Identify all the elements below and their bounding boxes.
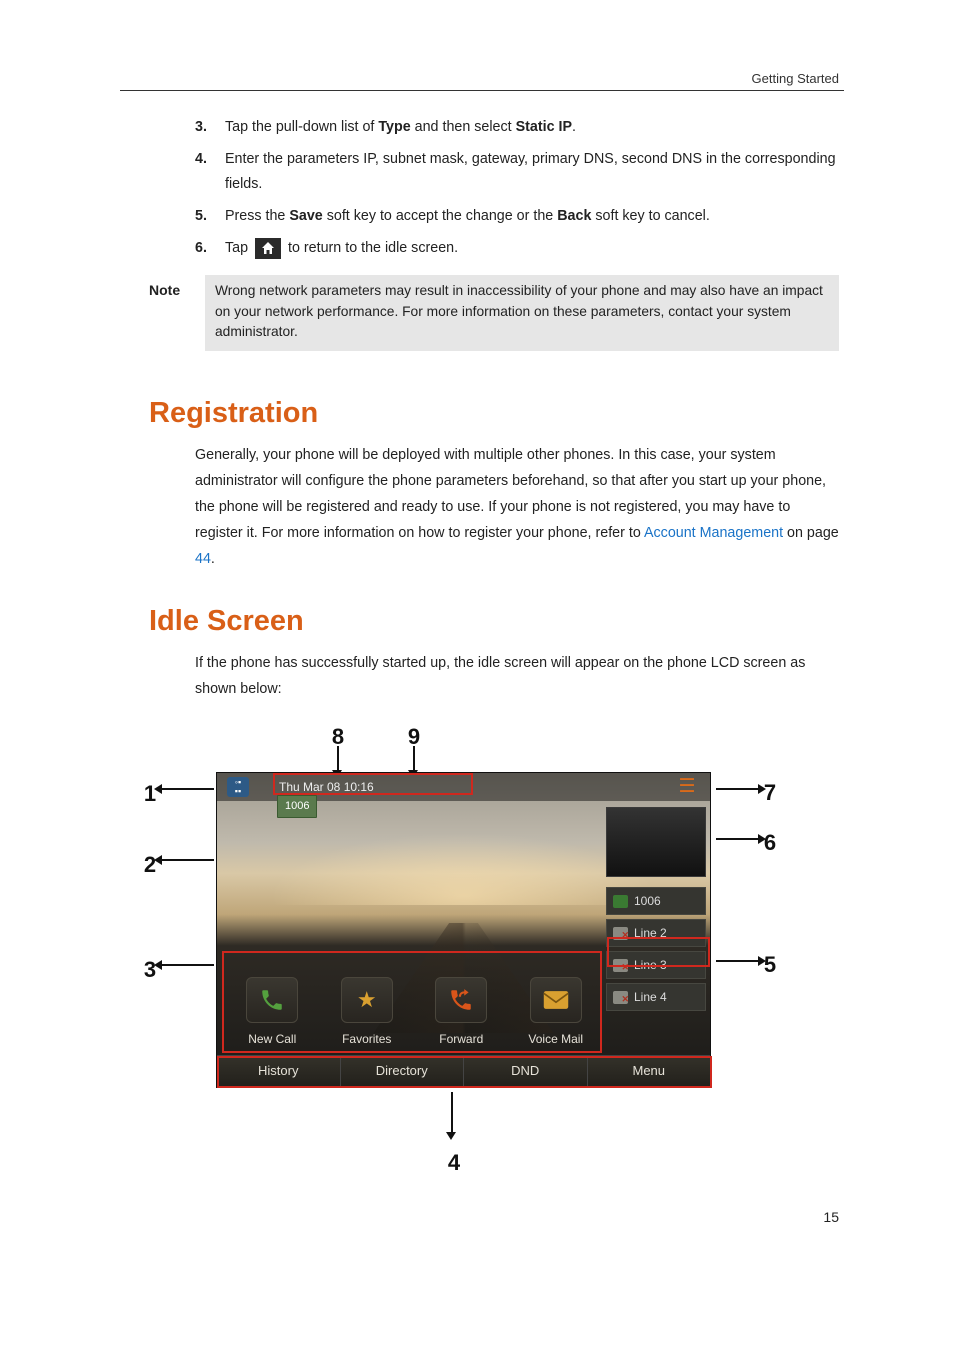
note-label: Note	[149, 275, 205, 351]
keyword-back: Back	[557, 208, 591, 224]
phone-illustration: 8 9 1 2 3 7 6 5 4 ◦▪▪▪ Thu Mar 08 10:16 …	[140, 718, 780, 1178]
step-3: 3. Tap the pull-down list of Type and th…	[195, 115, 839, 139]
line-unregistered-icon	[613, 959, 628, 972]
apps-icon: ◦▪▪▪	[235, 778, 241, 796]
arrow-line	[716, 838, 758, 840]
instruction-list: 3. Tap the pull-down list of Type and th…	[195, 115, 839, 268]
line-key-4[interactable]: Line 4	[606, 983, 706, 1011]
phone-icon	[246, 977, 298, 1023]
list-button[interactable]: ☰	[674, 776, 700, 798]
text: .	[211, 551, 215, 567]
arrow-head-down-icon	[446, 1132, 456, 1140]
line-label: Line 4	[634, 987, 667, 1007]
line-unregistered-icon	[613, 927, 628, 940]
step-6: 6. Tap to return to the idle screen.	[195, 236, 839, 260]
line-unregistered-icon	[613, 991, 628, 1004]
quick-label: Forward	[439, 1029, 483, 1049]
keyword-static-ip: Static IP	[516, 119, 572, 135]
step-text: Enter the parameters IP, subnet mask, ga…	[225, 147, 839, 196]
step-number: 6.	[195, 236, 221, 260]
arrow-line	[716, 960, 758, 962]
note-block: Note Wrong network parameters may result…	[149, 275, 839, 351]
softkey-bar: History Directory DND Menu	[217, 1055, 710, 1087]
keyword-save: Save	[289, 208, 322, 224]
arrow-line	[716, 788, 758, 790]
text: soft key to accept the change or the	[323, 208, 557, 224]
link-account-management[interactable]: Account Management	[644, 525, 783, 541]
line-registered-icon	[613, 895, 628, 908]
line-label: Line 2	[634, 923, 667, 943]
arrow-line	[413, 746, 415, 770]
page-number: 15	[823, 1206, 839, 1230]
quick-actions: New Call ★ Favorites Forward Voice Mail	[225, 949, 603, 1049]
step-number: 5.	[195, 204, 221, 228]
quick-new-call[interactable]: New Call	[225, 949, 320, 1049]
quick-label: New Call	[248, 1029, 296, 1049]
text: Press the	[225, 208, 289, 224]
apps-button[interactable]: ◦▪▪▪	[227, 777, 249, 797]
arrow-line	[451, 1092, 453, 1132]
star-icon: ★	[341, 977, 393, 1023]
heading-registration: Registration	[149, 389, 318, 438]
envelope-icon	[530, 977, 582, 1023]
softkey-dnd[interactable]: DND	[464, 1056, 588, 1087]
line-key-3[interactable]: Line 3	[606, 951, 706, 979]
arrow-head-left-icon	[154, 855, 162, 865]
arrow-line	[162, 859, 214, 861]
step-text: Tap the pull-down list of Type and then …	[225, 115, 839, 139]
quick-voicemail[interactable]: Voice Mail	[509, 949, 604, 1049]
text: Tap the pull-down list of	[225, 119, 378, 135]
quick-label: Favorites	[342, 1029, 391, 1049]
note-text: Wrong network parameters may result in i…	[205, 275, 839, 351]
arrow-head-right-icon	[758, 834, 766, 844]
text: to return to the idle screen.	[288, 240, 458, 256]
callout-4: 4	[444, 1144, 464, 1181]
step-number: 3.	[195, 115, 221, 139]
line-key-1[interactable]: 1006	[606, 887, 706, 915]
idle-screen-body: If the phone has successfully started up…	[195, 650, 839, 702]
text: Tap	[225, 240, 252, 256]
step-number: 4.	[195, 147, 221, 171]
phone-screen: ◦▪▪▪ Thu Mar 08 10:16 ☰ 1006 1006 Line 2…	[216, 772, 711, 1088]
text: on page	[783, 525, 839, 541]
softkey-history[interactable]: History	[217, 1056, 341, 1087]
header-rule	[120, 90, 844, 91]
arrow-head-left-icon	[154, 960, 162, 970]
softkey-directory[interactable]: Directory	[341, 1056, 465, 1087]
step-5: 5. Press the Save soft key to accept the…	[195, 204, 839, 228]
page-header-section: Getting Started	[752, 68, 839, 90]
step-text: Tap to return to the idle screen.	[225, 236, 839, 260]
heading-idle-screen: Idle Screen	[149, 597, 304, 646]
arrow-line	[162, 788, 214, 790]
step-4: 4. Enter the parameters IP, subnet mask,…	[195, 147, 839, 196]
active-line-pill[interactable]: 1006	[277, 795, 317, 818]
side-panel: 1006 Line 2 Line 3 Line 4	[606, 807, 706, 1055]
arrow-head-left-icon	[154, 784, 162, 794]
quick-forward[interactable]: Forward	[414, 949, 509, 1049]
text: and then select	[411, 119, 516, 135]
text: .	[572, 119, 576, 135]
line-key-2[interactable]: Line 2	[606, 919, 706, 947]
list-icon: ☰	[678, 776, 695, 797]
registration-body: Generally, your phone will be deployed w…	[195, 442, 839, 572]
arrow-head-right-icon	[758, 956, 766, 966]
arrow-line	[337, 746, 339, 770]
line-label: 1006	[634, 891, 661, 911]
arrow-line	[162, 964, 214, 966]
quick-label: Voice Mail	[528, 1029, 583, 1049]
home-icon	[255, 238, 281, 259]
step-text: Press the Save soft key to accept the ch…	[225, 204, 839, 228]
side-thumbnail[interactable]	[606, 807, 706, 877]
link-page-44[interactable]: 44	[195, 551, 211, 567]
keyword-type: Type	[378, 119, 410, 135]
line-label: Line 3	[634, 955, 667, 975]
softkey-menu[interactable]: Menu	[588, 1056, 711, 1087]
forward-icon	[435, 977, 487, 1023]
quick-favorites[interactable]: ★ Favorites	[320, 949, 415, 1049]
text: soft key to cancel.	[591, 208, 709, 224]
arrow-head-right-icon	[758, 784, 766, 794]
